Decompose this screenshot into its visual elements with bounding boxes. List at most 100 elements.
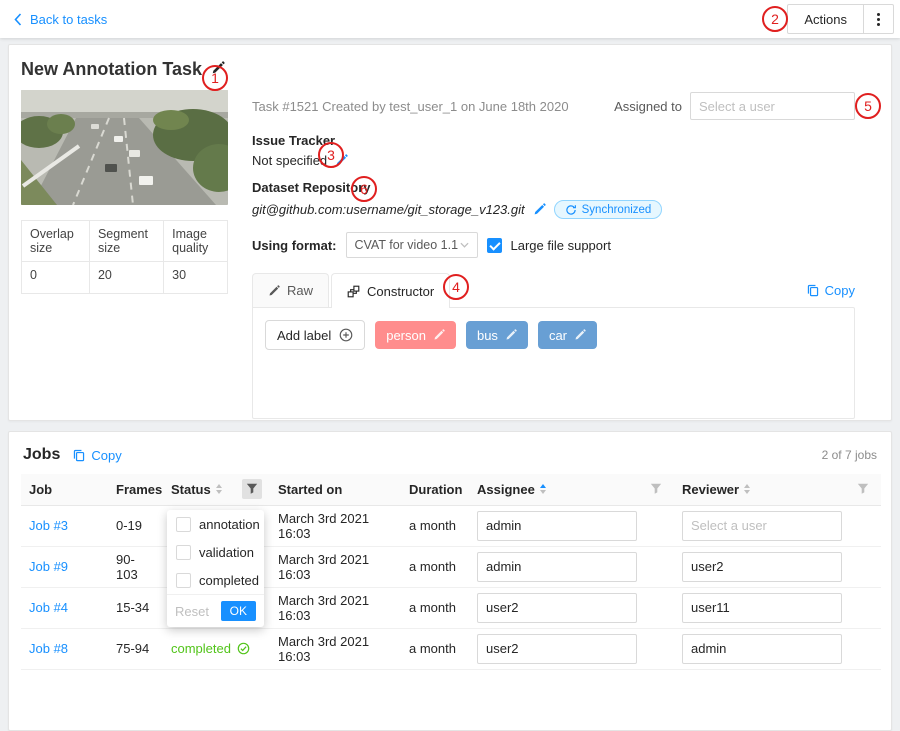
sync-icon	[565, 204, 577, 216]
assignee-filter-icon[interactable]	[646, 479, 666, 499]
job-reviewer-input[interactable]	[682, 552, 842, 582]
task-left-column: Overlap size Segment size Image quality …	[21, 90, 228, 419]
label-chip-car-text: car	[549, 328, 567, 343]
dataset-repository-url[interactable]: git@github.com:username/git_storage_v123…	[252, 202, 525, 217]
filter-footer: Reset OK	[167, 594, 264, 627]
sync-status-badge[interactable]: Synchronized	[554, 200, 663, 219]
job-assignee-input[interactable]	[477, 593, 637, 623]
assignee-select-input[interactable]	[690, 92, 855, 120]
annotation-circle-3: 3	[318, 142, 344, 168]
completed-checkbox[interactable]	[176, 573, 191, 588]
pencil-icon	[533, 203, 546, 216]
job-reviewer-input[interactable]	[682, 511, 842, 541]
add-label-text: Add label	[277, 328, 331, 343]
tab-raw[interactable]: Raw	[252, 273, 329, 307]
job-assignee-input[interactable]	[477, 634, 637, 664]
filter-ok-button[interactable]: OK	[221, 601, 256, 621]
jobs-count: 2 of 7 jobs	[822, 448, 877, 462]
tab-constructor-label: Constructor	[367, 284, 434, 299]
task-details-card: New Annotation Task	[8, 44, 892, 421]
job-started: March 3rd 2021 16:03	[270, 587, 401, 628]
validation-checkbox[interactable]	[176, 545, 191, 560]
job-link[interactable]: Job #3	[29, 518, 68, 533]
dataset-repository-label: Dataset Repository	[252, 180, 855, 195]
annotation-circle-6: 6	[351, 176, 377, 202]
job-assignee-input[interactable]	[477, 552, 637, 582]
tab-raw-label: Raw	[287, 283, 313, 298]
back-to-tasks-link[interactable]: Back to tasks	[14, 12, 107, 27]
task-right-column: Task #1521 Created by test_user_1 on Jun…	[252, 90, 855, 419]
job-frames: 75-94	[108, 628, 163, 669]
chevron-left-icon	[14, 13, 22, 26]
actions-button-group: Actions	[787, 4, 894, 34]
task-title-row: New Annotation Task	[21, 59, 879, 80]
reviewer-sorter[interactable]	[744, 484, 750, 494]
job-link[interactable]: Job #4	[29, 600, 68, 615]
label-chip-person[interactable]: person	[375, 321, 456, 349]
col-assignee: Assignee	[477, 482, 535, 497]
edit-label-icon[interactable]	[574, 329, 586, 341]
col-duration: Duration	[409, 482, 462, 497]
status-sorter[interactable]	[216, 484, 222, 494]
col-started: Started on	[278, 482, 342, 497]
annotation-checkbox[interactable]	[176, 517, 191, 532]
filter-option-validation[interactable]: validation	[167, 538, 264, 566]
chevron-down-icon	[460, 242, 469, 248]
status-filter-dropdown: annotation validation completed Reset OK	[167, 510, 264, 627]
edit-label-icon[interactable]	[505, 329, 517, 341]
job-row: Job #4 15-34 March 3rd 2021 16:03 a mont…	[21, 587, 881, 628]
job-assignee-input[interactable]	[477, 511, 637, 541]
label-chip-bus-text: bus	[477, 328, 498, 343]
assignee-sorter[interactable]	[540, 484, 546, 494]
add-label-button[interactable]: Add label	[265, 320, 365, 350]
annotation-circle-2: 2	[762, 6, 788, 32]
job-status-completed: completed	[171, 641, 262, 656]
format-row: Using format: CVAT for video 1.1 Large f…	[252, 232, 855, 258]
job-row: Job #8 75-94 completed March 3rd 2021 16…	[21, 628, 881, 669]
large-file-checkbox[interactable]	[487, 238, 502, 253]
build-icon	[347, 285, 360, 298]
job-started: March 3rd 2021 16:03	[270, 628, 401, 669]
pencil-icon	[574, 329, 586, 341]
col-job: Job	[29, 482, 52, 497]
filter-option-annotation[interactable]: annotation	[167, 510, 264, 538]
label-editor-tabs: Raw Constructor Copy	[252, 273, 855, 307]
job-link[interactable]: Job #9	[29, 559, 68, 574]
jobs-card: Jobs Copy 2 of 7 jobs Job Frames Status	[8, 431, 892, 731]
back-to-tasks-label: Back to tasks	[30, 12, 107, 27]
check-circle-icon	[237, 642, 250, 655]
job-duration: a month	[401, 546, 469, 587]
job-started: March 3rd 2021 16:03	[270, 505, 401, 546]
assigned-to-label: Assigned to	[614, 99, 682, 114]
label-chip-car[interactable]: car	[538, 321, 597, 349]
filter-funnel-icon	[246, 483, 258, 495]
tab-constructor[interactable]: Constructor	[331, 273, 450, 308]
copy-icon	[72, 448, 86, 462]
param-value-segment: 20	[89, 262, 163, 294]
actions-menu-button[interactable]	[864, 4, 894, 34]
job-reviewer-input[interactable]	[682, 593, 842, 623]
job-link[interactable]: Job #8	[29, 641, 68, 656]
format-select[interactable]: CVAT for video 1.1	[346, 232, 478, 258]
edit-repository-icon[interactable]	[533, 203, 546, 216]
labels-copy-button[interactable]: Copy	[806, 283, 855, 298]
job-started: March 3rd 2021 16:03	[270, 546, 401, 587]
jobs-copy-label: Copy	[91, 448, 121, 463]
status-filter-icon[interactable]	[242, 479, 262, 499]
jobs-copy-button[interactable]: Copy	[72, 448, 121, 463]
reviewer-filter-icon[interactable]	[853, 479, 873, 499]
col-frames: Frames	[116, 482, 162, 497]
filter-reset-button[interactable]: Reset	[175, 604, 209, 619]
label-chip-person-text: person	[386, 328, 426, 343]
using-format-label: Using format:	[252, 238, 337, 253]
task-title: New Annotation Task	[21, 59, 202, 80]
edit-label-icon[interactable]	[433, 329, 445, 341]
job-reviewer-input[interactable]	[682, 634, 842, 664]
actions-button[interactable]: Actions	[787, 4, 864, 34]
label-chip-bus[interactable]: bus	[466, 321, 528, 349]
jobs-table: Job Frames Status Started on Duration As	[21, 474, 881, 670]
job-row: Job #9 90-103 March 3rd 2021 16:03 a mon…	[21, 546, 881, 587]
filter-option-completed[interactable]: completed	[167, 566, 264, 594]
col-status: Status	[171, 482, 211, 497]
jobs-table-header-row: Job Frames Status Started on Duration As	[21, 474, 881, 505]
